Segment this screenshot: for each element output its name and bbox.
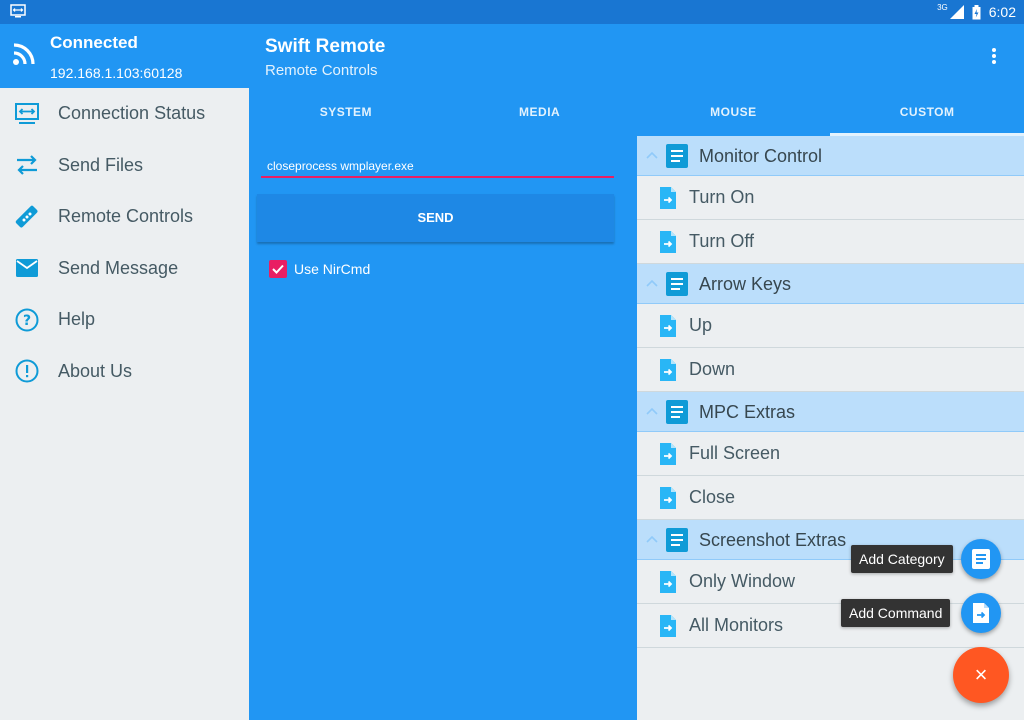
chevron-up-icon xyxy=(645,149,659,163)
svg-text:?: ? xyxy=(23,313,31,329)
nav-label: Send Message xyxy=(58,257,179,278)
use-nircmd-checkbox[interactable] xyxy=(269,260,287,278)
checkmark-icon xyxy=(272,264,284,274)
command-item[interactable]: Turn Off xyxy=(637,220,1024,264)
command-file-icon xyxy=(659,358,677,382)
command-file-icon xyxy=(659,314,677,338)
command-label: Turn On xyxy=(689,187,755,207)
nav-label: About Us xyxy=(58,360,133,381)
command-file-icon xyxy=(659,614,677,638)
nav-label: Help xyxy=(58,309,96,330)
command-label: Only Window xyxy=(689,571,796,591)
command-panel: SEND Use NirCmd xyxy=(249,136,637,720)
help-circle-icon: ? xyxy=(14,307,40,333)
nav-item-about-us[interactable]: About Us xyxy=(0,346,249,398)
command-item[interactable]: Down xyxy=(637,348,1024,392)
command-input[interactable] xyxy=(261,156,614,178)
category-header[interactable]: Monitor Control xyxy=(637,136,1024,176)
use-nircmd-label: Use NirCmd xyxy=(294,261,371,277)
add-command-button[interactable] xyxy=(961,593,1001,633)
chevron-up-icon xyxy=(645,405,659,419)
command-list: Monitor Control Turn On Turn Off Arrow Keys… xyxy=(637,136,1024,720)
add-category-button[interactable] xyxy=(961,539,1001,579)
nav-item-connection-status[interactable]: Connection Status xyxy=(0,88,249,140)
add-category-label: Add Category xyxy=(851,545,953,573)
command-file-icon xyxy=(659,570,677,594)
battery-icon xyxy=(972,4,981,19)
connection-address: 192.168.1.103:60128 xyxy=(50,65,183,81)
connection-icon xyxy=(13,43,35,65)
tab-bar: SYSTEM MEDIA MOUSE CUSTOM xyxy=(249,88,1024,136)
close-fab-button[interactable]: × xyxy=(953,647,1009,703)
add-command-label: Add Command xyxy=(841,599,951,627)
tab-system[interactable]: SYSTEM xyxy=(249,88,443,136)
command-file-icon xyxy=(659,186,677,210)
category-label: Arrow Keys xyxy=(699,274,792,294)
category-icon xyxy=(972,549,990,569)
category-icon xyxy=(666,400,688,424)
command-label: Turn Off xyxy=(689,231,755,251)
chevron-up-icon xyxy=(645,533,659,547)
nav-item-send-message[interactable]: Send Message xyxy=(0,243,249,295)
nav-item-help[interactable]: ? Help xyxy=(0,294,249,346)
command-label: Full Screen xyxy=(689,443,781,463)
tab-media[interactable]: MEDIA xyxy=(443,88,637,136)
swap-arrows-icon xyxy=(14,152,40,178)
command-label: Up xyxy=(689,315,713,335)
category-header[interactable]: Arrow Keys xyxy=(637,264,1024,304)
use-nircmd-option: Use NirCmd xyxy=(269,260,370,278)
navigation-drawer: Connected 192.168.1.103:60128 Connection… xyxy=(0,24,249,720)
info-circle-icon xyxy=(14,358,40,384)
category-label: Screenshot Extras xyxy=(699,530,847,550)
category-icon xyxy=(666,144,688,168)
nav-label: Remote Controls xyxy=(58,206,194,227)
command-label: All Monitors xyxy=(689,615,784,635)
command-item[interactable]: Close xyxy=(637,476,1024,520)
command-label: Down xyxy=(689,359,736,379)
category-header[interactable]: MPC Extras xyxy=(637,392,1024,432)
tab-mouse[interactable]: MOUSE xyxy=(637,88,831,136)
nav-item-send-files[interactable]: Send Files xyxy=(0,140,249,192)
connection-title: Connected xyxy=(50,33,138,52)
signal-icon xyxy=(949,5,964,19)
chevron-up-icon xyxy=(645,277,659,291)
envelope-icon xyxy=(14,255,40,281)
nav-label: Connection Status xyxy=(58,103,206,124)
drawer-header: Connected 192.168.1.103:60128 xyxy=(0,24,249,88)
category-label: MPC Extras xyxy=(699,402,796,422)
command-label: Close xyxy=(689,487,736,507)
nav-item-remote-controls[interactable]: Remote Controls xyxy=(0,191,249,243)
command-item[interactable]: Up xyxy=(637,304,1024,348)
app-bar: Swift Remote Remote Controls SYSTEM MEDI… xyxy=(249,24,1024,136)
command-item[interactable]: Turn On xyxy=(637,176,1024,220)
remote-desktop-icon xyxy=(10,4,26,18)
command-item[interactable]: Full Screen xyxy=(637,432,1024,476)
remote-icon xyxy=(14,204,40,230)
command-file-icon xyxy=(973,603,989,623)
category-icon xyxy=(666,528,688,552)
nav-label: Send Files xyxy=(58,154,144,175)
status-bar: 3G 6:02 xyxy=(0,0,1024,24)
monitor-arrows-icon xyxy=(14,101,40,127)
command-file-icon xyxy=(659,442,677,466)
send-button[interactable]: SEND xyxy=(257,194,614,242)
network-type-label: 3G xyxy=(937,2,948,12)
overflow-menu-icon[interactable] xyxy=(986,46,1002,66)
command-file-icon xyxy=(659,486,677,510)
category-icon xyxy=(666,272,688,296)
app-title: Swift Remote xyxy=(265,36,386,57)
app-subtitle: Remote Controls xyxy=(265,62,378,79)
clock: 6:02 xyxy=(988,4,1016,20)
tab-custom[interactable]: CUSTOM xyxy=(830,88,1024,136)
command-file-icon xyxy=(659,230,677,254)
category-label: Monitor Control xyxy=(699,146,823,166)
